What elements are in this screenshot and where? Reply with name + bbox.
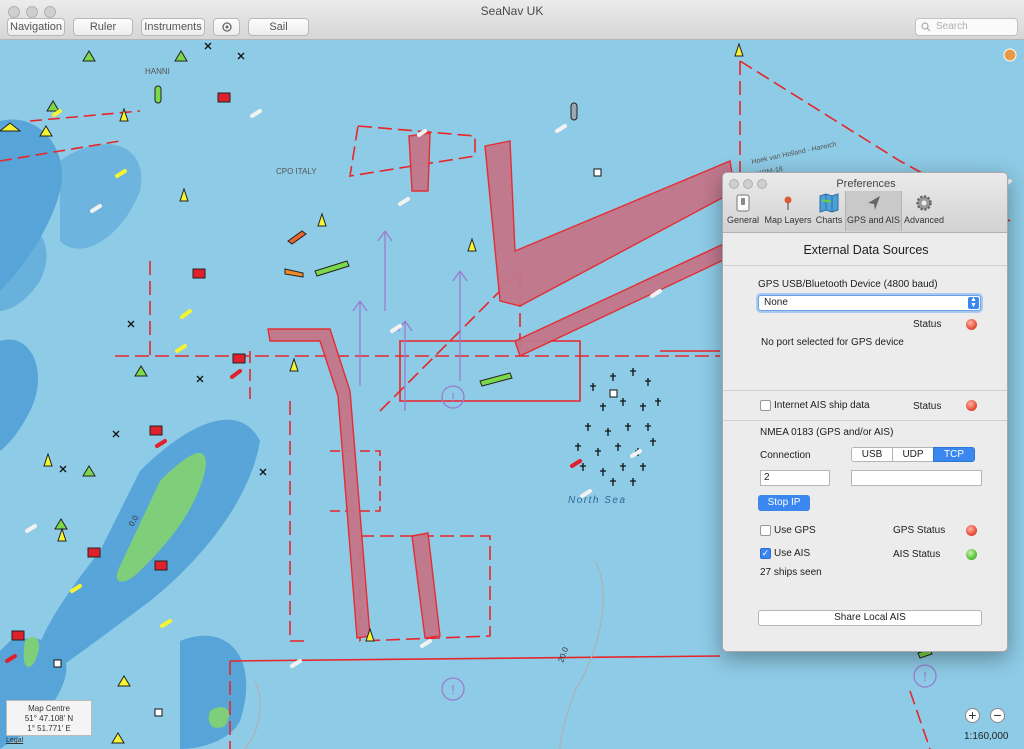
pin-icon	[784, 196, 792, 210]
tab-label: General	[726, 215, 760, 225]
connection-tcp[interactable]: TCP	[933, 447, 975, 462]
map-centre-lat: 51° 47.108' N	[24, 714, 74, 723]
gps-device-value: None	[764, 297, 788, 308]
share-local-ais-button[interactable]: Share Local AIS	[758, 610, 982, 626]
internet-ais-checkbox[interactable]	[760, 400, 771, 411]
gps-status-label: GPS Status	[893, 525, 946, 536]
chevron-updown-icon: ▲ ▼	[968, 296, 979, 309]
use-ais-label: Use AIS	[774, 548, 811, 559]
connection-label: Connection	[760, 450, 811, 461]
section-heading: External Data Sources	[803, 243, 929, 257]
map-centre-lon: 1° 51.771' E	[27, 724, 71, 733]
nmea-label: NMEA 0183 (GPS and/or AIS)	[760, 427, 894, 438]
crosshair-icon	[221, 22, 232, 32]
title-bar: SeaNav UK Navigation Ruler Instruments S…	[0, 0, 1024, 40]
preferences-toolbar: Preferences General Map Layers Charts GP…	[723, 173, 1007, 233]
map-centre-label: Map Centre	[28, 704, 70, 713]
use-ais-checkbox[interactable]: ✓	[760, 548, 771, 559]
tab-advanced[interactable]: Advanced	[903, 191, 945, 231]
port-field[interactable]: 2	[760, 470, 830, 486]
location-arrow-icon	[867, 196, 880, 210]
tab-label: Advanced	[903, 215, 945, 225]
gps-status-light	[966, 525, 977, 536]
preferences-title: Preferences	[836, 178, 896, 190]
app-window: ! ! ! HANNI CPO ITALY North Sea Hoek van…	[0, 0, 1024, 749]
connection-udp[interactable]: UDP	[892, 447, 934, 462]
switch-icon	[736, 194, 750, 212]
tab-label: Charts	[815, 215, 843, 225]
vessel-label-hanni: HANNI	[145, 67, 170, 76]
tab-map-layers[interactable]: Map Layers	[763, 191, 813, 231]
stop-ip-button[interactable]: Stop IP	[758, 495, 810, 511]
vessel-label-cpo-italy: CPO ITALY	[276, 167, 317, 176]
ais-status-light	[966, 549, 977, 560]
sea-area-label: North Sea	[568, 495, 627, 506]
tab-gps-and-ais[interactable]: GPS and AIS	[845, 191, 902, 231]
window-title: SeaNav UK	[480, 4, 544, 18]
gps-device-label: GPS USB/Bluetooth Device (4800 baud)	[758, 279, 938, 290]
gps-device-status-light	[966, 319, 977, 330]
tab-label: Map Layers	[764, 215, 812, 225]
no-port-message: No port selected for GPS device	[761, 337, 904, 348]
internet-ais-status-label: Status	[913, 401, 942, 412]
use-gps-checkbox[interactable]	[760, 525, 771, 536]
location-button[interactable]	[213, 18, 240, 36]
tab-label: GPS and AIS	[846, 215, 901, 225]
divider	[723, 265, 1007, 266]
gps-device-select[interactable]: None ▲ ▼	[758, 295, 981, 311]
sail-button[interactable]: Sail	[248, 18, 309, 36]
ais-status-label: AIS Status	[893, 549, 941, 560]
internet-ais-label: Internet AIS ship data	[774, 400, 870, 411]
connection-usb[interactable]: USB	[851, 447, 893, 462]
internet-ais-status-light	[966, 400, 977, 411]
ships-seen-count: 27 ships seen	[760, 567, 822, 578]
ruler-button[interactable]: Ruler	[73, 18, 133, 36]
host-field[interactable]	[851, 470, 982, 486]
search-icon	[921, 22, 931, 32]
tab-charts[interactable]: Charts	[814, 191, 844, 231]
svg-text:!: !	[923, 669, 927, 684]
scale-readout: 1:160,000	[964, 731, 1009, 742]
zoom-in-button[interactable]: +	[965, 708, 980, 723]
map-centre-panel: Map Centre 51° 47.108' N 1° 51.771' E	[6, 700, 92, 736]
divider	[723, 420, 1007, 421]
gps-device-status-label: Status	[913, 319, 942, 330]
zoom-out-button[interactable]: −	[990, 708, 1005, 723]
legal-link[interactable]: Legal	[6, 737, 23, 744]
svg-text:!: !	[451, 390, 455, 405]
navigation-button[interactable]: Navigation	[7, 18, 65, 36]
svg-text:!: !	[451, 682, 455, 697]
use-gps-label: Use GPS	[774, 525, 816, 536]
map-icon	[819, 193, 839, 213]
instruments-button[interactable]: Instruments	[141, 18, 205, 36]
divider	[723, 390, 1007, 391]
gear-icon	[916, 195, 932, 211]
preferences-window: Preferences General Map Layers Charts GP…	[722, 172, 1008, 652]
tab-general[interactable]: General	[726, 191, 760, 231]
